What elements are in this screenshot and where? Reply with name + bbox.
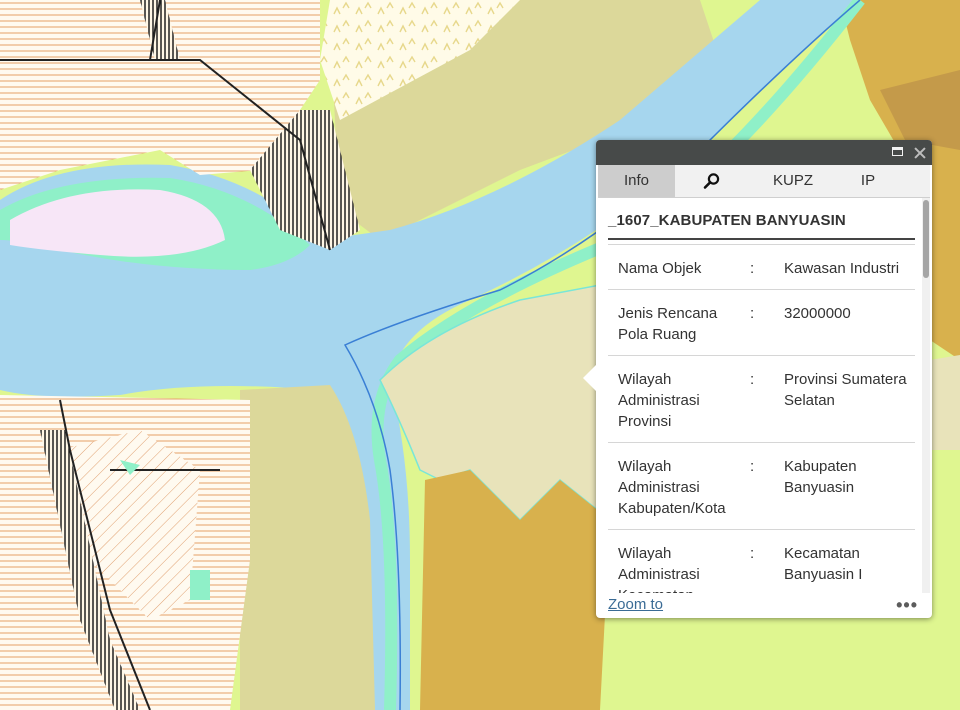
feature-info-popup: Info KUPZ IP _1607_KABUPATEN BANYUASIN N…: [583, 140, 932, 618]
industrial-zone-east: [930, 355, 960, 450]
attribute-label: Nama Objek: [618, 260, 702, 277]
layer-title: _1607_KABUPATEN BANYUASIN: [608, 212, 846, 229]
attribute-label: Wilayah Administrasi Provinsi: [618, 371, 700, 430]
popup-pointer: [583, 365, 596, 391]
popup-titlebar: [596, 140, 932, 165]
popup-content[interactable]: _1607_KABUPATEN BANYUASIN Nama Objek: Kaw…: [598, 198, 930, 593]
zoom-to-link[interactable]: Zoom to: [608, 596, 663, 613]
attribute-value: Kabupaten Banyuasin: [784, 458, 857, 496]
attribute-separator: :: [750, 305, 755, 322]
tab-info[interactable]: Info: [598, 165, 675, 197]
popup-scrollbar[interactable]: [922, 198, 930, 593]
attribute-row: Nama Objek: Kawasan Industri: [608, 244, 915, 289]
search-icon: [703, 173, 720, 189]
more-options-icon[interactable]: •••: [896, 595, 918, 616]
attribute-value: Kawasan Industri: [784, 260, 900, 277]
title-divider: [608, 238, 915, 240]
attribute-label: Wilayah Administrasi Kabupaten/Kota: [618, 458, 726, 517]
attribute-row: Wilayah Administrasi Kecamatan: Kecamatan…: [608, 529, 915, 593]
attribute-row: Wilayah Administrasi Provinsi: Provinsi S…: [608, 355, 915, 442]
attribute-value: Provinsi Sumatera Selatan: [784, 371, 907, 409]
attribute-separator: :: [750, 545, 755, 562]
attribute-row: Jenis Rencana Pola Ruang: 32000000: [608, 289, 915, 355]
attribute-label: Wilayah Administrasi Kecamatan: [618, 545, 700, 593]
popup-footer: Zoom to •••: [608, 595, 918, 616]
attribute-separator: :: [750, 371, 755, 388]
attribute-value: Kecamatan Banyuasin I: [784, 545, 863, 583]
attribute-label: Jenis Rencana Pola Ruang: [618, 305, 718, 343]
maximize-icon[interactable]: [890, 144, 907, 161]
scrollbar-thumb[interactable]: [923, 200, 929, 278]
tab-search[interactable]: [675, 165, 749, 197]
attribute-separator: :: [750, 458, 755, 475]
close-icon[interactable]: [912, 144, 929, 161]
attribute-table: Nama Objek: Kawasan Industri Jenis Rencan…: [608, 244, 915, 593]
attribute-row: Wilayah Administrasi Kabupaten/Kota: Kabu…: [608, 442, 915, 529]
tab-kupz[interactable]: KUPZ: [749, 165, 837, 197]
attribute-separator: :: [750, 260, 755, 277]
tab-ip[interactable]: IP: [837, 165, 899, 197]
popup-tabs: Info KUPZ IP: [598, 165, 930, 198]
attribute-value: 32000000: [784, 305, 851, 322]
